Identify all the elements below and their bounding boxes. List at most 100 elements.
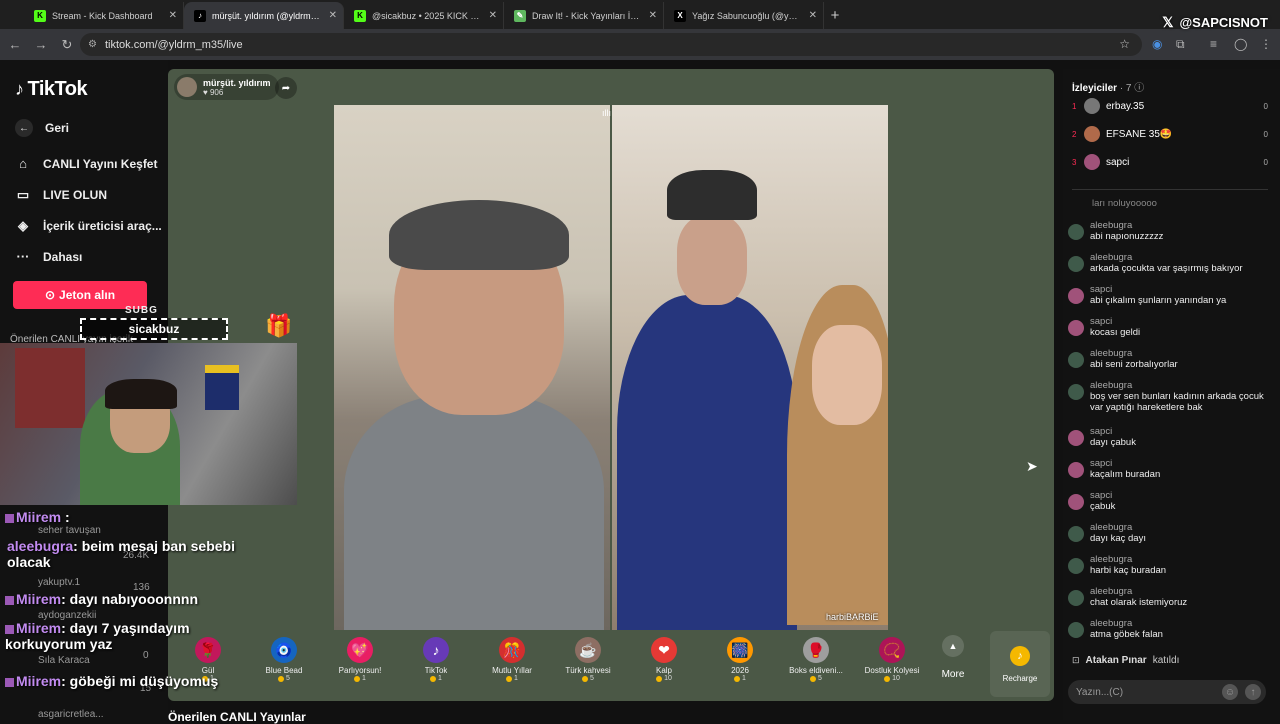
chat-message[interactable]: aleebugra abi seni zorbalıyorlar — [1068, 348, 1274, 370]
host-name: mürşüt. yıldırım — [203, 77, 271, 88]
media-control-icon[interactable]: ◉ — [1152, 37, 1162, 51]
profile-icon[interactable]: ◯ — [1234, 37, 1247, 51]
chat-message[interactable]: sapci abi çıkalım şunların yanından ya — [1068, 284, 1274, 306]
avatar — [1084, 154, 1100, 170]
tab-favicon-icon: ✎ — [514, 9, 526, 22]
avatar — [1084, 98, 1100, 114]
join-user: Atakan Pınar — [1085, 655, 1147, 666]
browser-tab[interactable]: ♪ mürşüt. yıldırım (@yldrm_m ✕ — [184, 2, 344, 29]
reload-icon[interactable]: ↻ — [56, 37, 78, 53]
tiktok-logo[interactable]: ♪ TikTok — [15, 78, 88, 101]
overlay-ghost-text: seher tavuşan — [38, 525, 101, 536]
gift-item[interactable]: 💖 Parlıyorsun! 1 — [322, 631, 398, 699]
back-arrow-icon[interactable]: ← — [4, 37, 26, 52]
gift-price: 5 — [810, 675, 822, 682]
chat-message[interactable]: aleebugra dayı kaç dayı — [1068, 522, 1274, 544]
sub-badge-icon — [5, 595, 14, 605]
avatar — [1068, 494, 1084, 510]
gift-item[interactable]: ☕ Türk kahvesi 5 — [550, 631, 626, 699]
share-icon[interactable]: ➦ — [275, 77, 297, 99]
overlay-user: Miirem — [16, 673, 62, 689]
join-notice: ⊡ Atakan Pınar katıldı — [1072, 655, 1179, 666]
chat-message[interactable]: aleebugra boş ver sen bunları kadının ark… — [1068, 380, 1274, 413]
likes-count: 906 — [209, 87, 224, 97]
gift-item[interactable]: 🎆 2026 1 — [702, 631, 778, 699]
more-gifts-button[interactable]: ▲ More — [930, 635, 976, 680]
chat-message[interactable]: aleebugra abi napıonuzzzzz — [1068, 220, 1274, 242]
viewers-title: İzleyiciler — [1072, 83, 1118, 94]
viewer-row[interactable]: 2 EFSANE 35🤩 0 — [1072, 124, 1268, 144]
address-bar[interactable]: ⚙ tiktok.com/@yldrm_m35/live ☆ — [80, 33, 1142, 56]
close-tab-icon[interactable]: ✕ — [489, 10, 497, 21]
join-text: katıldı — [1152, 655, 1180, 666]
chat-message[interactable]: aleebugra atma göbek falan — [1068, 618, 1274, 640]
close-tab-icon[interactable]: ✕ — [329, 10, 337, 21]
coin-icon: ♪ — [1010, 645, 1030, 666]
sidebar-item-more[interactable]: ··· Dahası — [15, 249, 83, 264]
browser-menu-icon[interactable]: ⋮ — [1260, 37, 1272, 51]
forward-arrow-icon[interactable]: → — [30, 37, 52, 52]
gift-item[interactable]: 🥊 Boks eldiveni... 5 — [778, 631, 854, 699]
avatar — [1068, 558, 1084, 574]
recharge-button[interactable]: ♪ Recharge — [990, 631, 1050, 697]
site-info-icon[interactable]: ⚙ — [88, 39, 97, 50]
browser-toolbar: ← → ↻ ⚙ tiktok.com/@yldrm_m35/live ☆ ◉ ⧉… — [0, 29, 1280, 60]
host-info[interactable]: mürşüt. yıldırım ♥ 906 — [174, 74, 279, 100]
extensions-icon[interactable]: ⧉ — [1176, 37, 1185, 52]
new-tab-button[interactable]: + — [824, 2, 846, 29]
gift-price: 1 — [430, 675, 442, 682]
video-host-feed[interactable] — [334, 105, 610, 630]
gift-item[interactable]: 📿 Dostluk Kolyesi 10 — [854, 631, 930, 699]
viewers-heading: İzleyiciler · 7 ⓘ — [1072, 83, 1145, 94]
browser-tab[interactable]: K Stream - Kick Dashboard ✕ — [24, 2, 184, 29]
overlay-text: : dayı nabıyooonnnn — [61, 591, 199, 607]
chat-message[interactable]: ları noluyooooo — [1068, 198, 1274, 209]
overlay-user: aleebugra — [7, 538, 74, 554]
viewer-row[interactable]: 1 erbay.35 0 — [1072, 96, 1268, 116]
overlay-ghost-text: Sıla Karaca — [38, 655, 90, 666]
wall-rug — [15, 348, 85, 428]
browser-tab[interactable]: X Yağız Sabuncuoğlu (@yagosab ✕ — [664, 2, 824, 29]
close-tab-icon[interactable]: ✕ — [169, 10, 177, 21]
chat-message[interactable]: aleebugra chat olarak istemiyoruz — [1068, 586, 1274, 608]
chat-message[interactable]: sapci dayı çabuk — [1068, 426, 1274, 448]
chat-message[interactable]: aleebugra arkada çocukta var şaşırmış bak… — [1068, 252, 1274, 274]
chat-message[interactable]: sapci çabuk — [1068, 490, 1274, 512]
audio-bars-icon: ıllı — [602, 108, 611, 118]
sidebar-item-explore[interactable]: ⌂ CANLI Yayını Keşfet — [15, 156, 157, 171]
browser-tab[interactable]: ✎ Draw It! - Kick Yayınları İçin Çizi ✕ — [504, 2, 664, 29]
tab-title: Draw It! - Kick Yayınları İçin Çizi — [532, 10, 641, 21]
send-icon[interactable]: ↑ — [1245, 684, 1261, 700]
gift-icon: ☕ — [575, 637, 601, 663]
back-button[interactable]: ← Geri — [15, 119, 69, 137]
host-avatar[interactable] — [177, 77, 197, 97]
browser-tab[interactable]: K @sicakbuz • 2025 KICK WRAPP ✕ — [344, 2, 504, 29]
gift-item[interactable]: ♪ TikTok 1 — [398, 631, 474, 699]
bookmark-star-icon[interactable]: ☆ — [1119, 37, 1130, 51]
gift-item[interactable]: 🎊 Mutlu Yıllar 1 — [474, 631, 550, 699]
chat-message[interactable]: sapci kocası geldi — [1068, 316, 1274, 338]
tab-title: @sicakbuz • 2025 KICK WRAPP — [372, 10, 481, 21]
gift-icon: 🎊 — [499, 637, 525, 663]
tab-favicon-icon: K — [34, 9, 46, 22]
tab-title: Stream - Kick Dashboard — [52, 10, 153, 21]
chat-text: harbi kaç buradan — [1090, 565, 1167, 576]
video-guest-feed[interactable] — [612, 105, 888, 630]
gift-name: Türk kahvesi — [565, 666, 611, 675]
overlay-user: Miirem — [16, 509, 62, 525]
chat-input[interactable]: Yazın...(C) ☺ ↑ — [1068, 680, 1266, 704]
chat-text: chat olarak istemiyoruz — [1090, 597, 1188, 608]
gift-item[interactable]: ❤ Kalp 10 — [626, 631, 702, 699]
viewer-row[interactable]: 3 sapci 0 — [1072, 152, 1268, 172]
chat-message[interactable]: aleebugra harbi kaç buradan — [1068, 554, 1274, 576]
sidebar-item-creator-tools[interactable]: ◈ İçerik üreticisi araç... — [15, 218, 162, 234]
emoji-icon[interactable]: ☺ — [1222, 684, 1238, 700]
sub-badge-icon — [5, 677, 14, 687]
chat-text: boş ver sen bunları kadının arkada çocuk… — [1090, 391, 1264, 413]
sidebar-item-go-live[interactable]: ▭ LIVE OLUN — [15, 187, 107, 203]
close-tab-icon[interactable]: ✕ — [649, 10, 657, 21]
chat-message[interactable]: sapci kaçalım buradan — [1068, 458, 1274, 480]
close-tab-icon[interactable]: ✕ — [809, 10, 817, 21]
chat-text: atma göbek falan — [1090, 629, 1163, 640]
reading-list-icon[interactable]: ≡ — [1210, 37, 1217, 51]
